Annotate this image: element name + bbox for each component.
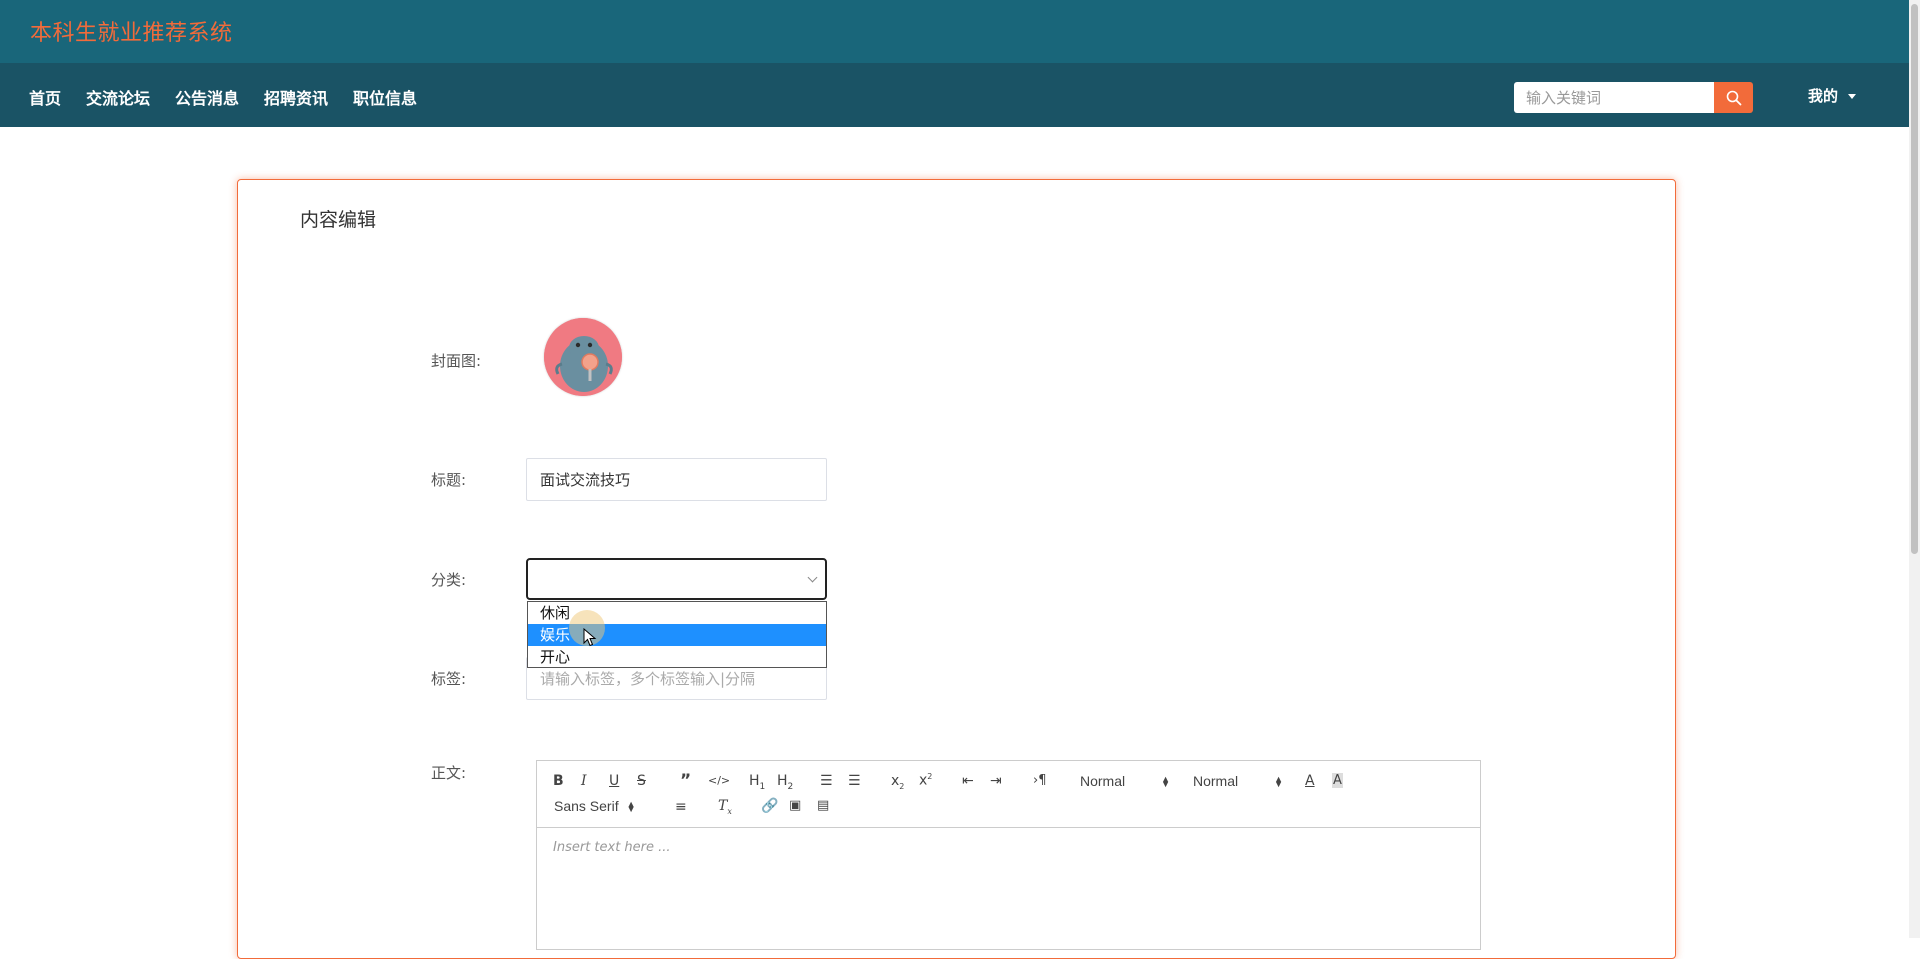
subscript-icon[interactable]: x2	[891, 773, 904, 791]
text-color-icon[interactable]: A	[1305, 773, 1315, 789]
title-label: 标题:	[431, 471, 467, 489]
nav-item-notices[interactable]: 公告消息	[175, 85, 239, 109]
nav-bar: 首页 交流论坛 公告消息 招聘资讯 职位信息 我的	[0, 63, 1909, 127]
bullet-list-icon[interactable]: ☰	[848, 773, 861, 789]
top-bar: 本科生就业推荐系统	[0, 0, 1909, 63]
size-select-value: Normal	[1193, 773, 1239, 789]
search-input[interactable]	[1514, 82, 1714, 113]
align-icon[interactable]: ≡	[675, 799, 687, 815]
header-select[interactable]: Normal ▲ ▼	[1080, 773, 1170, 789]
code-block-icon[interactable]: </>	[708, 774, 730, 787]
ordered-list-icon[interactable]: ☰	[820, 773, 833, 789]
scrollbar-thumb[interactable]	[1911, 4, 1918, 554]
italic-icon[interactable]: I	[581, 773, 587, 789]
editor-placeholder: Insert text here ...	[553, 840, 671, 855]
title-input[interactable]	[526, 458, 827, 501]
editor-toolbar: B I U S ” </> H1 H2 ☰ ☰ x2 x2 ⇤ ⇥ ›¶ Nor…	[537, 761, 1480, 828]
page-title: 内容编辑	[300, 209, 377, 231]
cover-image-upload[interactable]	[544, 318, 622, 396]
nav-item-recruit-news[interactable]: 招聘资讯	[264, 85, 328, 109]
font-select-value: Sans Serif	[554, 798, 619, 814]
link-icon[interactable]: 🔗	[761, 798, 778, 814]
underline-icon[interactable]: U	[609, 773, 619, 789]
outdent-icon[interactable]: ⇤	[962, 773, 974, 789]
mouse-pointer-icon	[583, 628, 597, 647]
user-menu-label: 我的	[1808, 87, 1839, 105]
nav-item-forum[interactable]: 交流论坛	[86, 85, 150, 109]
heading2-icon[interactable]: H2	[777, 773, 793, 792]
heading1-icon[interactable]: H1	[749, 773, 765, 792]
video-icon[interactable]: ▤	[817, 798, 829, 813]
superscript-icon[interactable]: x2	[919, 772, 932, 789]
body-label: 正文:	[431, 764, 467, 782]
cover-image	[544, 318, 622, 396]
clear-format-icon[interactable]: Tx	[718, 798, 732, 816]
editor-content-area[interactable]: Insert text here ...	[537, 828, 1480, 867]
bold-icon[interactable]: B	[553, 773, 564, 789]
cover-label: 封面图:	[431, 352, 482, 370]
background-color-icon[interactable]: A	[1332, 773, 1343, 788]
header-select-value: Normal	[1080, 773, 1126, 789]
select-arrows-icon: ▲ ▼	[1274, 774, 1284, 790]
category-label: 分类:	[431, 571, 467, 589]
indent-icon[interactable]: ⇥	[990, 773, 1002, 789]
category-select[interactable]	[526, 558, 827, 600]
page-scrollbar[interactable]	[1909, 0, 1920, 938]
select-arrows-icon: ▲ ▼	[626, 799, 636, 815]
blockquote-icon[interactable]: ”	[680, 771, 691, 791]
nav-item-home[interactable]: 首页	[29, 85, 61, 109]
rich-text-editor: B I U S ” </> H1 H2 ☰ ☰ x2 x2 ⇤ ⇥ ›¶ Nor…	[536, 760, 1481, 950]
tags-label: 标签:	[431, 670, 467, 688]
select-arrows-icon: ▲ ▼	[1161, 774, 1171, 790]
chevron-down-icon	[807, 572, 818, 583]
search-icon	[1726, 90, 1741, 105]
font-select[interactable]: Sans Serif ▲ ▼	[554, 798, 636, 814]
user-menu[interactable]: 我的	[1808, 85, 1857, 106]
site-title[interactable]: 本科生就业推荐系统	[30, 15, 233, 47]
image-icon[interactable]: ▣	[789, 798, 801, 813]
size-select[interactable]: Normal ▲ ▼	[1193, 773, 1283, 789]
nav-item-jobs[interactable]: 职位信息	[353, 85, 417, 109]
search-button[interactable]	[1714, 82, 1753, 113]
category-option-happy[interactable]: 开心	[528, 646, 826, 668]
text-direction-icon[interactable]: ›¶	[1033, 773, 1046, 788]
caret-down-icon	[1848, 94, 1857, 99]
strikethrough-icon[interactable]: S	[637, 773, 646, 789]
